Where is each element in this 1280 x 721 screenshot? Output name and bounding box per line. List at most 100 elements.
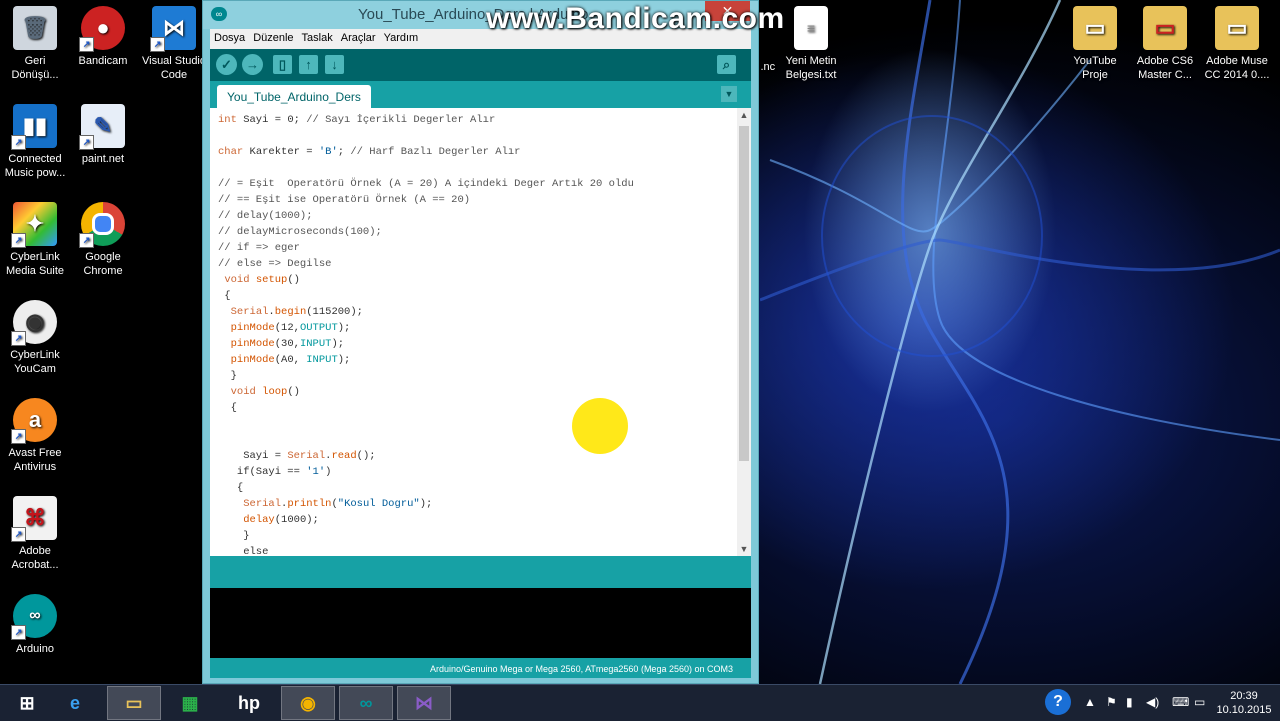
scroll-thumb[interactable]	[739, 126, 749, 461]
verify-button[interactable]: ✓	[216, 54, 237, 75]
status-strip	[210, 556, 751, 588]
system-tray: ? ▲ ⚑ ▮ ◀) ⌨ ▭ 20:39 10.10.2015	[1040, 685, 1280, 721]
connected-music-icon: ▮▮ ↗	[11, 104, 57, 150]
desktop-icon-adobe-cs6[interactable]: ▭ Adobe CS6 Master C...	[1130, 6, 1200, 82]
visual-studio-icon[interactable]: ⋈	[397, 686, 451, 720]
desktop-icon-label: Yeni Metin Belgesi.txt	[785, 55, 837, 81]
folder-icon: ▭	[1073, 6, 1117, 50]
desktop-icon-vscode[interactable]: ⋈ ↗ Visual Studio Code	[139, 6, 209, 82]
code-line: pinMode(30,INPUT);	[230, 338, 345, 350]
arduino-taskbar-icon[interactable]: ∞	[339, 686, 393, 720]
serial-monitor-button[interactable]: ⌕	[717, 55, 736, 74]
bandicam-watermark: www.Bandicam.com	[486, 2, 785, 35]
open-button[interactable]: ↑	[299, 55, 318, 74]
desktop-icon-youcam[interactable]: ◉ ↗ CyberLink YouCam	[0, 300, 70, 376]
windows-start-icon[interactable]: ⊞	[0, 686, 54, 720]
arduino-app-icon: ∞	[211, 7, 227, 21]
code-line: char Karekter = 'B'; // Harf Bazlı Deger…	[218, 146, 521, 158]
code-line: pinMode(A0, INPUT);	[230, 354, 351, 366]
menu-yardim[interactable]: Yardım	[380, 29, 423, 44]
menu-dosya[interactable]: Dosya	[210, 29, 249, 44]
code-line: // = Eşit Operatörü Örnek (A = 20) A içi…	[218, 178, 634, 190]
desktop-icon-label: Avast Free Antivirus	[8, 447, 62, 473]
clock[interactable]: 20:39 10.10.2015	[1214, 689, 1274, 717]
code-line: Serial.begin(115200);	[230, 306, 363, 318]
editor-scrollbar[interactable]: ▲ ▼	[737, 108, 751, 556]
internet-explorer-icon[interactable]: e	[48, 686, 102, 720]
toolbar: ✓ → ▯ ↑ ↓ ⌕	[210, 49, 751, 81]
desktop-icon-bandicam[interactable]: ● ↗ Bandicam	[68, 6, 138, 68]
code-line: }	[218, 530, 250, 542]
desktop-icon-label: Arduino	[16, 643, 54, 655]
arduino-icon: ∞ ↗	[11, 594, 57, 640]
desktop-icon-text-file[interactable]: ≡ Yeni Metin Belgesi.txt	[776, 6, 846, 82]
code-editor[interactable]: int Sayi = 0; // Sayı İçerikli Degerler …	[210, 108, 751, 556]
code-line: pinMode(12,OUTPUT);	[230, 322, 351, 334]
bandicam-icon: ● ↗	[79, 6, 125, 52]
save-button[interactable]: ↓	[325, 55, 344, 74]
menu-araclar[interactable]: Araçlar	[337, 29, 380, 44]
desktop-icon-arduino[interactable]: ∞ ↗ Arduino	[0, 594, 70, 656]
menu-duzenle[interactable]: Düzenle	[249, 29, 297, 44]
new-button[interactable]: ▯	[273, 55, 292, 74]
code-text: int Sayi = 0; // Sayı İçerikli Degerler …	[218, 112, 634, 556]
wallpaper-swirl	[760, 0, 1280, 684]
desktop-icon-label: paint.net	[81, 153, 125, 165]
code-line: // else => Degilse	[218, 258, 332, 270]
scroll-up-icon[interactable]: ▲	[737, 108, 751, 122]
folder-icon: ▭	[1143, 6, 1187, 50]
help-icon[interactable]: ?	[1045, 689, 1071, 715]
upload-button[interactable]: →	[242, 54, 263, 75]
menu-taslak[interactable]: Taslak	[298, 29, 337, 44]
board-status-bar: Arduino/Genuino Mega or Mega 2560, ATmeg…	[210, 658, 751, 678]
code-line: delay(1000);	[243, 514, 319, 526]
battery-icon[interactable]: ▭	[1194, 695, 1205, 709]
store-icon[interactable]: ▦	[163, 686, 217, 720]
hp-icon[interactable]: hp	[222, 686, 276, 720]
code-line: // delay(1000);	[218, 210, 313, 222]
code-line: void loop()	[230, 386, 300, 398]
code-line: Serial.println("Kosul Dogru");	[243, 498, 433, 510]
desktop-icon-label: Geri Dönüşü...	[11, 55, 59, 81]
volume-icon[interactable]: ◀)	[1146, 695, 1159, 709]
desktop-icon-label: Adobe Acrobat...	[11, 545, 59, 571]
vscode-icon: ⋈ ↗	[150, 6, 196, 52]
desktop-icon-recycle-bin[interactable]: 🗑 Geri Dönüşü...	[0, 6, 70, 82]
code-line: {	[218, 290, 231, 302]
text-file-icon: ≡	[794, 6, 828, 50]
code-line: {	[218, 482, 244, 494]
desktop-icon-label: Google Chrome	[83, 251, 123, 277]
acrobat-icon: ⌘ ↗	[11, 496, 57, 542]
chrome-taskbar-icon[interactable]: ◉	[281, 686, 335, 720]
taskbar: ⊞ e ▭ ▦ hp ◉ ∞ ⋈ ? ▲ ⚑ ▮ ◀) ⌨ ▭ 20:39 10…	[0, 684, 1280, 721]
desktop-icon-acrobat[interactable]: ⌘ ↗ Adobe Acrobat...	[0, 496, 70, 572]
desktop-icon-avast[interactable]: a ↗ Avast Free Antivirus	[0, 398, 70, 474]
desktop-icon-label: Adobe CS6 Master C...	[1136, 55, 1194, 81]
flag-icon[interactable]: ⚑	[1106, 695, 1117, 709]
paintnet-icon: ✎ ↗	[79, 104, 125, 150]
scroll-down-icon[interactable]: ▼	[737, 542, 751, 556]
desktop-icon-adobe-muse[interactable]: ▭ Adobe Muse CC 2014 0....	[1200, 6, 1274, 82]
tray-chevron-up-icon[interactable]: ▲	[1084, 695, 1096, 709]
arduino-ide-window: ∞ You_Tube_Arduino_Ders | Arduino ✕ Dosy…	[202, 0, 759, 684]
desktop-icon-connected-music[interactable]: ▮▮ ↗ Connected Music pow...	[0, 104, 70, 180]
desktop-icon-cyberlink-media-suite[interactable]: ✦ ↗ CyberLink Media Suite	[0, 202, 70, 278]
tab-sketch[interactable]: You_Tube_Arduino_Ders	[217, 85, 371, 108]
code-line: if(Sayi == '1')	[218, 466, 332, 478]
avast-icon: a ↗	[11, 398, 57, 444]
keyboard-icon[interactable]: ⌨	[1172, 695, 1189, 709]
code-line: // delayMicroseconds(100);	[218, 226, 382, 238]
clock-time: 20:39	[1230, 690, 1258, 702]
code-line: Sayi = Serial.read();	[218, 450, 376, 462]
desktop-icon-chrome[interactable]: ↗ Google Chrome	[68, 202, 138, 278]
desktop-icon-youtube-proje[interactable]: ▭ YouTube Proje	[1060, 6, 1130, 82]
tab-menu-chevron-down-icon[interactable]: ▼	[721, 86, 737, 102]
file-explorer-icon[interactable]: ▭	[107, 686, 161, 720]
code-line: // if => eger	[218, 242, 300, 254]
desktop-icon-paintnet[interactable]: ✎ ↗ paint.net	[68, 104, 138, 166]
network-icon[interactable]: ▮	[1126, 695, 1133, 709]
recycle-bin-icon: 🗑	[13, 6, 57, 50]
desktop-icon-label: Bandicam	[78, 55, 128, 67]
